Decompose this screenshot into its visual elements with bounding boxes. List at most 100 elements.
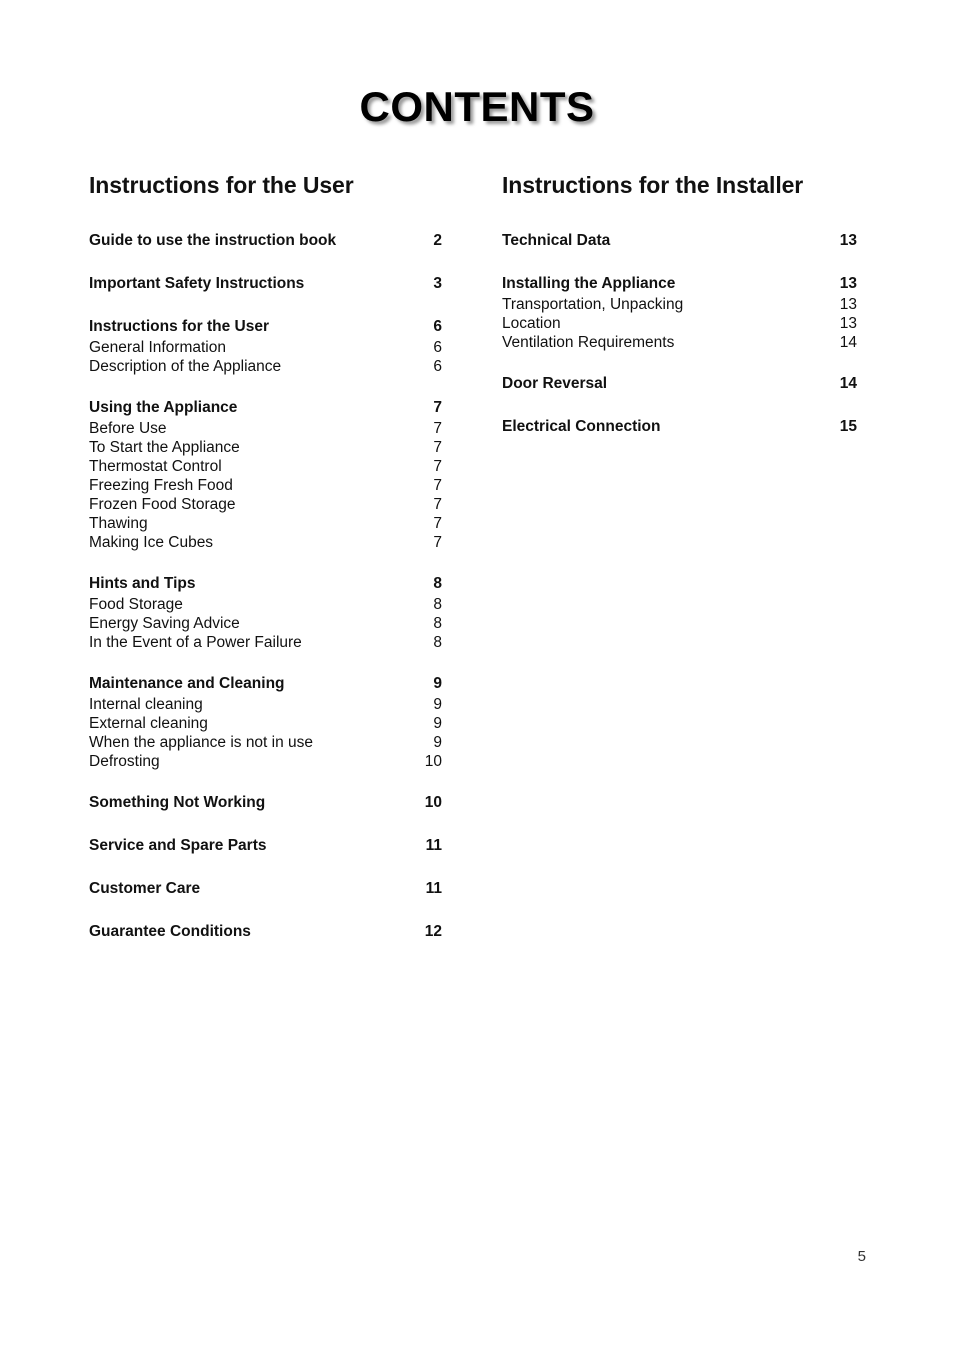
contents-entry-sub[interactable]: Freezing Fresh Food 7 bbox=[89, 476, 442, 495]
contents-group: Guide to use the instruction book 2 bbox=[89, 231, 442, 252]
contents-entry-label: Using the Appliance bbox=[89, 399, 238, 416]
contents-entry-page-number: 8 bbox=[433, 575, 442, 592]
contents-entry-label: Energy Saving Advice bbox=[89, 615, 240, 632]
contents-entry-page-number: 11 bbox=[425, 837, 442, 854]
contents-entry-page-number: 6 bbox=[433, 339, 442, 356]
contents-entry-label: Technical Data bbox=[502, 232, 611, 249]
contents-entry-label: Transportation, Unpacking bbox=[502, 296, 684, 313]
contents-entry-sub[interactable]: Energy Saving Advice 8 bbox=[89, 614, 442, 633]
contents-entry-page-number: 12 bbox=[424, 923, 442, 940]
contents-entry-main[interactable]: Customer Care 11 bbox=[89, 879, 442, 900]
contents-group: Instructions for the User 6 General Inform… bbox=[89, 317, 442, 376]
contents-entry-label: Electrical Connection bbox=[502, 418, 661, 435]
contents-entry-label: Important Safety Instructions bbox=[89, 275, 305, 292]
contents-entry-page-number: 7 bbox=[433, 420, 442, 437]
contents-entry-label: Guarantee Conditions bbox=[89, 923, 251, 940]
contents-entry-label: General Information bbox=[89, 339, 226, 356]
contents-group: Service and Spare Parts 11 bbox=[89, 836, 442, 857]
contents-entry-page-number: 13 bbox=[839, 275, 857, 292]
entry-list-installer: Technical Data 13 Installing the Appliance… bbox=[502, 231, 857, 438]
contents-entry-label: Instructions for the User bbox=[89, 318, 269, 335]
contents-entry-main[interactable]: Electrical Connection 15 bbox=[502, 417, 857, 438]
entry-list-user: Guide to use the instruction book 2 Import… bbox=[89, 231, 442, 943]
contents-entry-label: Installing the Appliance bbox=[502, 275, 676, 292]
contents-entry-sub[interactable]: Thermostat Control 7 bbox=[89, 457, 442, 476]
contents-entry-main[interactable]: Service and Spare Parts 11 bbox=[89, 836, 442, 857]
contents-entry-sub[interactable]: Internal cleaning 9 bbox=[89, 695, 442, 714]
contents-entry-main[interactable]: Maintenance and Cleaning 9 bbox=[89, 674, 442, 695]
contents-entry-sub[interactable]: To Start the Appliance 7 bbox=[89, 438, 442, 457]
contents-entry-page-number: 13 bbox=[839, 315, 857, 332]
contents-entry-label: Maintenance and Cleaning bbox=[89, 675, 285, 692]
contents-entry-label: Making Ice Cubes bbox=[89, 534, 214, 551]
contents-entry-page-number: 9 bbox=[433, 715, 442, 732]
contents-entry-label: Thawing bbox=[89, 515, 148, 532]
contents-entry-main[interactable]: Installing the Appliance 13 bbox=[502, 274, 857, 295]
contents-entry-label: Internal cleaning bbox=[89, 696, 203, 713]
contents-column-user: Instructions for the User Guide to use t… bbox=[89, 172, 442, 943]
contents-entry-main[interactable]: Using the Appliance 7 bbox=[89, 398, 442, 419]
contents-entry-page-number: 9 bbox=[433, 675, 442, 692]
contents-entry-main[interactable]: Important Safety Instructions 3 bbox=[89, 274, 442, 295]
contents-column-installer: Instructions for the Installer Technical… bbox=[502, 172, 857, 438]
contents-entry-sub[interactable]: Defrosting 10 bbox=[89, 752, 442, 771]
contents-entry-sub[interactable]: Food Storage 8 bbox=[89, 595, 442, 614]
contents-group: Using the Appliance 7 Before Use 7 To Start … bbox=[89, 398, 442, 552]
contents-entry-sub[interactable]: Location 13 bbox=[502, 314, 857, 333]
folio-page-number: 5 bbox=[857, 1248, 866, 1265]
contents-entry-label: Ventilation Requirements bbox=[502, 334, 675, 351]
contents-entry-label: Service and Spare Parts bbox=[89, 837, 267, 854]
contents-page: CONTENTS Instructions for the User Guide… bbox=[0, 0, 954, 1351]
contents-entry-page-number: 7 bbox=[433, 477, 442, 494]
contents-entry-page-number: 7 bbox=[433, 439, 442, 456]
contents-entry-sub[interactable]: Frozen Food Storage 7 bbox=[89, 495, 442, 514]
contents-entry-page-number: 7 bbox=[433, 496, 442, 513]
contents-entry-sub[interactable]: General Information 6 bbox=[89, 338, 442, 357]
contents-entry-main[interactable]: Hints and Tips 8 bbox=[89, 574, 442, 595]
contents-group: Installing the Appliance 13 Transportation… bbox=[502, 274, 857, 352]
contents-entry-label: Description of the Appliance bbox=[89, 358, 282, 375]
contents-entry-sub[interactable]: Description of the Appliance 6 bbox=[89, 357, 442, 376]
contents-group: Electrical Connection 15 bbox=[502, 417, 857, 438]
contents-entry-label: Before Use bbox=[89, 420, 167, 437]
contents-group: Door Reversal 14 bbox=[502, 374, 857, 395]
contents-entry-sub[interactable]: Transportation, Unpacking 13 bbox=[502, 295, 857, 314]
contents-entry-page-number: 15 bbox=[839, 418, 857, 435]
contents-entry-main[interactable]: Instructions for the User 6 bbox=[89, 317, 442, 338]
contents-entry-page-number: 7 bbox=[433, 399, 442, 416]
contents-entry-main[interactable]: Guarantee Conditions 12 bbox=[89, 922, 442, 943]
contents-entry-label: Hints and Tips bbox=[89, 575, 196, 592]
contents-entry-sub[interactable]: When the appliance is not in use 9 bbox=[89, 733, 442, 752]
contents-entry-main[interactable]: Something Not Working 10 bbox=[89, 793, 442, 814]
contents-entry-page-number: 7 bbox=[433, 515, 442, 532]
contents-entry-label: Location bbox=[502, 315, 561, 332]
contents-entry-page-number: 13 bbox=[839, 232, 857, 249]
contents-entry-sub[interactable]: Making Ice Cubes 7 bbox=[89, 533, 442, 552]
contents-entry-page-number: 2 bbox=[433, 232, 442, 249]
contents-entry-main[interactable]: Technical Data 13 bbox=[502, 231, 857, 252]
contents-group: Something Not Working 10 bbox=[89, 793, 442, 814]
contents-group: Hints and Tips 8 Food Storage 8 Energy Savin… bbox=[89, 574, 442, 652]
contents-group: Important Safety Instructions 3 bbox=[89, 274, 442, 295]
contents-entry-page-number: 10 bbox=[424, 753, 442, 770]
contents-entry-sub[interactable]: External cleaning 9 bbox=[89, 714, 442, 733]
contents-entry-sub[interactable]: In the Event of a Power Failure 8 bbox=[89, 633, 442, 652]
contents-entry-label: Food Storage bbox=[89, 596, 183, 613]
contents-entry-main[interactable]: Door Reversal 14 bbox=[502, 374, 857, 395]
contents-entry-label: Door Reversal bbox=[502, 375, 608, 392]
contents-entry-label: Frozen Food Storage bbox=[89, 496, 236, 513]
contents-entry-page-number: 9 bbox=[433, 734, 442, 751]
contents-entry-page-number: 3 bbox=[433, 275, 442, 292]
contents-entry-label: External cleaning bbox=[89, 715, 208, 732]
contents-entry-sub[interactable]: Thawing 7 bbox=[89, 514, 442, 533]
contents-entry-sub[interactable]: Before Use 7 bbox=[89, 419, 442, 438]
contents-entry-label: Freezing Fresh Food bbox=[89, 477, 233, 494]
column-heading-installer: Instructions for the Installer bbox=[502, 172, 804, 198]
contents-group: Technical Data 13 bbox=[502, 231, 857, 252]
contents-entry-page-number: 9 bbox=[433, 696, 442, 713]
contents-entry-main[interactable]: Guide to use the instruction book 2 bbox=[89, 231, 442, 252]
contents-entry-label: To Start the Appliance bbox=[89, 439, 240, 456]
contents-entry-sub[interactable]: Ventilation Requirements 14 bbox=[502, 333, 857, 352]
contents-entry-label: Defrosting bbox=[89, 753, 160, 770]
contents-group: Customer Care 11 bbox=[89, 879, 442, 900]
